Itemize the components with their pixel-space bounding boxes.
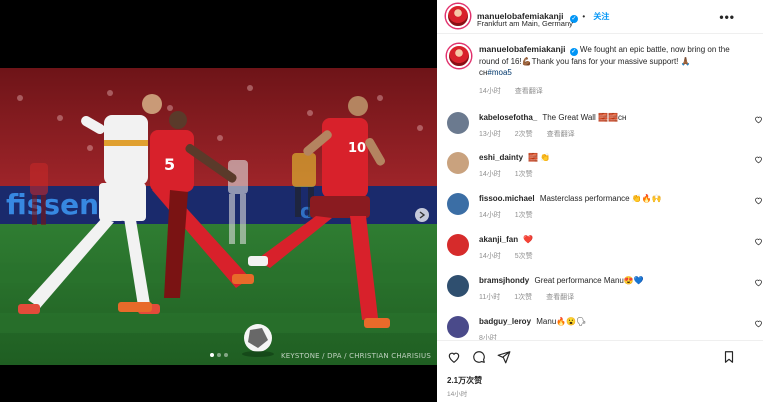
- comment-likes[interactable]: 5次赞: [515, 253, 533, 260]
- comment-username[interactable]: badguy_leroy: [479, 317, 531, 326]
- see-translation-link[interactable]: 查看翻译: [547, 131, 575, 138]
- author-avatar[interactable]: [446, 4, 470, 28]
- post-media-panel: fissen ort: [0, 0, 437, 402]
- comment-avatar[interactable]: [447, 316, 469, 338]
- post-photo[interactable]: fissen ort: [0, 68, 437, 365]
- comment-avatar[interactable]: [447, 112, 469, 134]
- post-side-panel: manuelobafemiakanji ✓ • 关注 Frankfurt am …: [437, 0, 763, 402]
- like-count[interactable]: 2.1万次赞: [447, 375, 482, 386]
- see-translation-link[interactable]: 查看翻译: [515, 88, 543, 95]
- comment-like-heart-icon[interactable]: [754, 319, 763, 328]
- photo-credit: KEYSTONE / DPA / CHRISTIAN CHARISIUS: [280, 352, 431, 360]
- comment-text: Masterclass performance 👏🔥🙌: [539, 194, 662, 203]
- comment-avatar[interactable]: [447, 152, 469, 174]
- comment-likes[interactable]: 1次赞: [515, 212, 533, 219]
- comment-item: akanji_fan ❤️ 14小时 5次赞: [445, 234, 762, 262]
- post-header: manuelobafemiakanji ✓ • 关注 Frankfurt am …: [437, 0, 763, 34]
- comment-likes[interactable]: 2次赞: [515, 131, 533, 138]
- comment-like-heart-icon[interactable]: [754, 237, 763, 246]
- comment-text: Great performance Manu😍💙: [534, 276, 644, 285]
- comment-avatar[interactable]: [447, 193, 469, 215]
- comment-time: 11小时: [479, 294, 501, 301]
- heart-icon[interactable]: [447, 350, 461, 364]
- comment-time: 13小时: [479, 131, 501, 138]
- verified-badge-icon: ✓: [569, 48, 578, 56]
- chevron-right-icon: [419, 211, 425, 219]
- comment-time: 14小时: [479, 171, 501, 178]
- comment-icon[interactable]: [472, 350, 486, 364]
- post-location[interactable]: Frankfurt am Main, Germany: [477, 19, 573, 28]
- football-match-photo: fissen ort: [0, 68, 437, 365]
- carousel-dot: [216, 353, 221, 357]
- follow-button[interactable]: 关注: [593, 12, 609, 21]
- post-caption: manuelobafemiakanji ✓ We fought an epic …: [445, 44, 745, 97]
- comment-username[interactable]: eshi_dainty: [479, 153, 523, 162]
- comment-like-heart-icon[interactable]: [754, 115, 763, 124]
- carousel-dot: [209, 353, 214, 357]
- comment-like-heart-icon[interactable]: [754, 155, 763, 164]
- carousel-dot: [223, 353, 228, 357]
- see-translation-link[interactable]: 查看翻译: [546, 294, 574, 301]
- caption-hashtag[interactable]: #moa5: [487, 68, 511, 77]
- share-icon[interactable]: [497, 350, 511, 364]
- comment-item: fissoo.michael Masterclass performance 👏…: [445, 193, 762, 221]
- carousel-next-button[interactable]: [415, 208, 429, 222]
- bookmark-icon[interactable]: [722, 350, 736, 364]
- comment-username[interactable]: fissoo.michael: [479, 194, 535, 203]
- comment-item: eshi_dainty 🧱 👏 14小时 1次赞: [445, 152, 762, 180]
- post-timestamp: 14小时: [447, 391, 468, 398]
- more-options-icon[interactable]: •••: [719, 10, 735, 24]
- comment-avatar[interactable]: [447, 234, 469, 256]
- comment-username[interactable]: akanji_fan: [479, 235, 518, 244]
- comment-time: 14小时: [479, 253, 501, 260]
- svg-text:fissen: fissen: [6, 188, 99, 221]
- comment-item: kabelosefotha_ The Great Wall 🧱🧱cн 13小时 …: [445, 112, 762, 140]
- comment-likes[interactable]: 1次赞: [515, 171, 533, 178]
- caption-time: 14小时: [479, 88, 501, 95]
- comment-time: 14小时: [479, 212, 501, 219]
- caption-author-avatar[interactable]: [447, 44, 471, 68]
- svg-text:5: 5: [164, 155, 175, 174]
- comment-likes[interactable]: 1次赞: [514, 294, 532, 301]
- comment-username[interactable]: bramsjhondy: [479, 276, 529, 285]
- comment-text: ❤️: [523, 235, 534, 244]
- comment-avatar[interactable]: [447, 275, 469, 297]
- comment-text: 🧱 👏: [528, 153, 551, 162]
- comment-text: Manu🔥😮🗣: [536, 317, 587, 326]
- comment-like-heart-icon[interactable]: [754, 196, 763, 205]
- comment-like-heart-icon[interactable]: [754, 278, 763, 287]
- comment-text: The Great Wall 🧱🧱cн: [542, 113, 627, 122]
- comment-item: bramsjhondy Great performance Manu😍💙 11小…: [445, 275, 762, 303]
- post-actions-bar: 2.1万次赞 14小时: [437, 340, 763, 402]
- svg-text:10: 10: [348, 141, 366, 156]
- caption-author-username[interactable]: manuelobafemiakanji: [479, 44, 565, 54]
- comment-username[interactable]: kabelosefotha_: [479, 113, 537, 122]
